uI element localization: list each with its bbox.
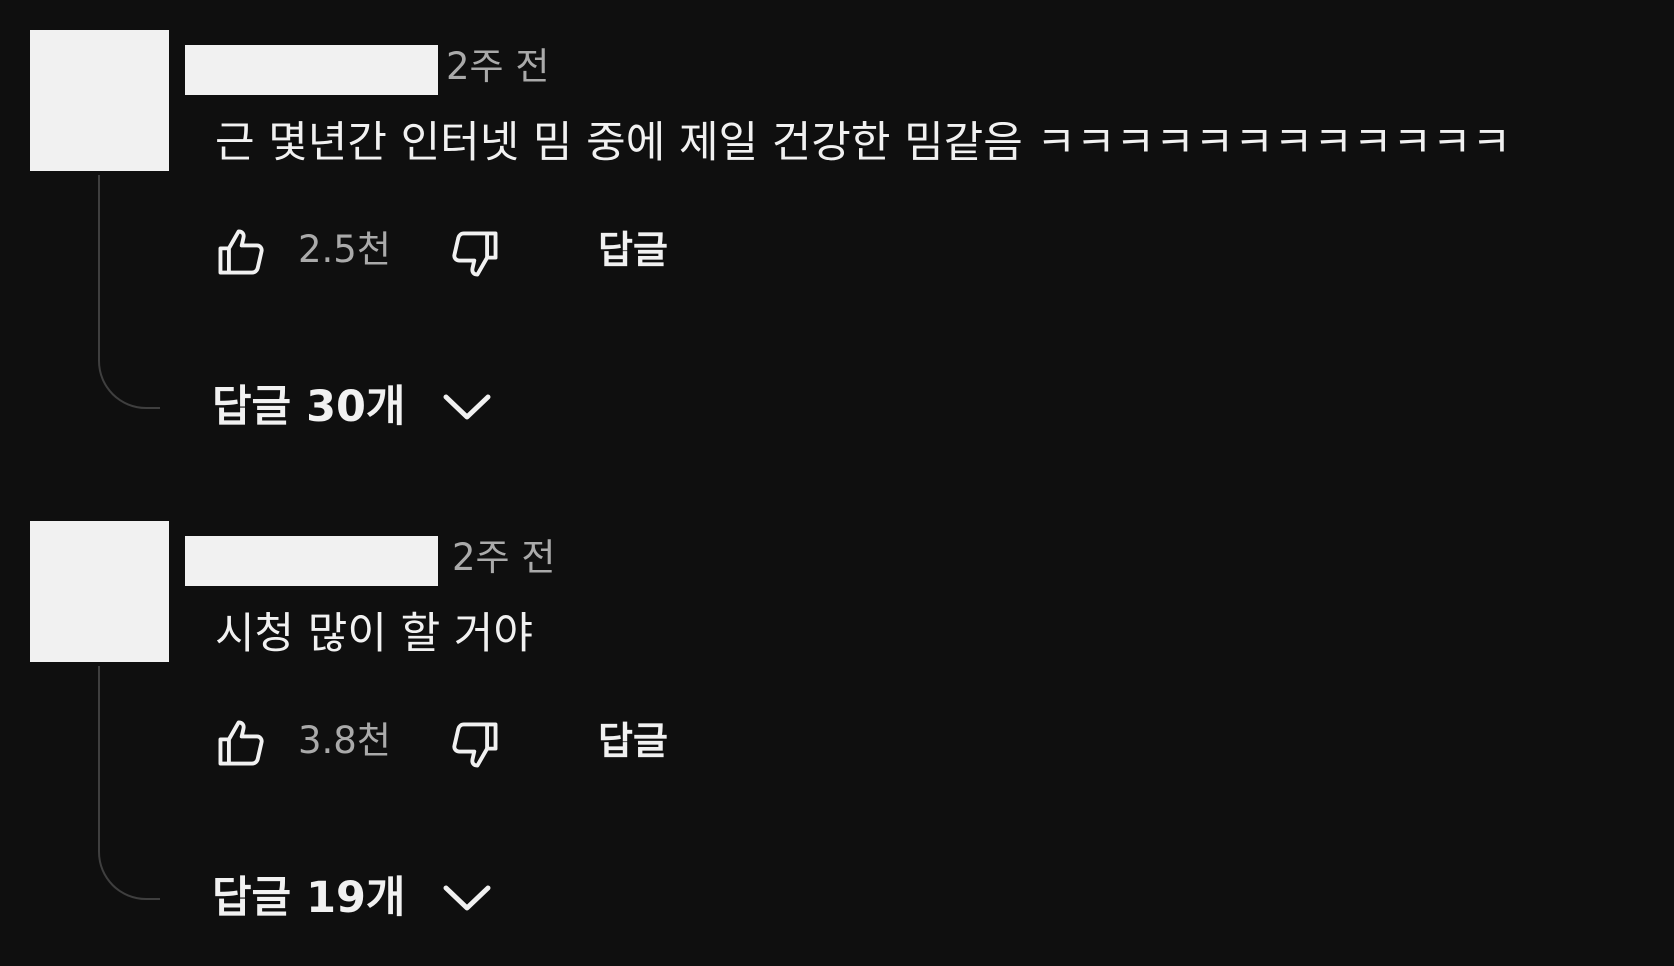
- author-name-redacted[interactable]: [185, 536, 438, 586]
- comment-actions: 2.5천 답글: [0, 215, 800, 285]
- author-name-redacted[interactable]: [185, 45, 438, 95]
- like-count: 2.5천: [298, 228, 391, 271]
- chevron-down-icon: [443, 885, 490, 911]
- comment-thread: 2주 전 시청 많이 할 거야 3.8천 답글 답글 19개: [0, 491, 1674, 951]
- dislike-button[interactable]: [446, 225, 504, 283]
- reply-button[interactable]: 답글: [598, 224, 668, 276]
- view-replies-button[interactable]: 답글 19개: [212, 863, 494, 933]
- comment-actions: 3.8천 답글: [0, 706, 800, 776]
- thumbs-down-icon: [452, 722, 498, 768]
- thread-connector-line: [98, 175, 160, 409]
- comment-timestamp[interactable]: 2주 전: [452, 533, 555, 583]
- avatar[interactable]: [30, 521, 169, 662]
- thread-connector-line: [98, 666, 160, 900]
- comment-timestamp[interactable]: 2주 전: [446, 42, 549, 92]
- thumbs-up-icon: [218, 229, 264, 275]
- avatar[interactable]: [30, 30, 169, 171]
- comments-section: 2주 전 근 몇년간 인터넷 밈 중에 제일 건강한 밈같음 ㅋㅋㅋㅋㅋㅋㅋㅋㅋ…: [0, 0, 1674, 966]
- replies-count-label: 답글 19개: [212, 873, 406, 923]
- like-button[interactable]: [212, 223, 270, 281]
- like-count: 3.8천: [298, 719, 391, 762]
- comment-thread: 2주 전 근 몇년간 인터넷 밈 중에 제일 건강한 밈같음 ㅋㅋㅋㅋㅋㅋㅋㅋㅋ…: [0, 0, 1674, 460]
- reply-button[interactable]: 답글: [598, 715, 668, 767]
- like-button[interactable]: [212, 714, 270, 772]
- replies-count-label: 답글 30개: [212, 382, 406, 432]
- chevron-down-icon: [443, 394, 490, 420]
- view-replies-button[interactable]: 답글 30개: [212, 372, 494, 442]
- thumbs-down-icon: [452, 231, 498, 277]
- comment-text: 시청 많이 할 거야: [215, 609, 533, 659]
- thumbs-up-icon: [218, 720, 264, 766]
- comment-text: 근 몇년간 인터넷 밈 중에 제일 건강한 밈같음 ㅋㅋㅋㅋㅋㅋㅋㅋㅋㅋㅋㅋ: [215, 118, 1512, 168]
- dislike-button[interactable]: [446, 716, 504, 774]
